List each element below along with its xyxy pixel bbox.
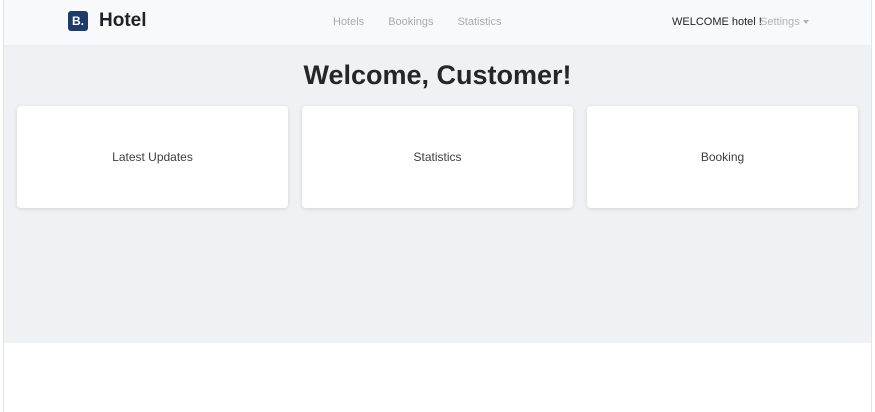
booking-logo-icon: B. <box>68 11 88 31</box>
card-label: Latest Updates <box>112 150 193 164</box>
card-booking[interactable]: Booking <box>587 106 858 208</box>
card-label: Booking <box>700 150 745 164</box>
card-statistics[interactable]: Statistics <box>302 106 573 208</box>
page-title: Welcome, Customer! <box>303 60 572 90</box>
caret-down-icon <box>802 20 809 24</box>
nav-link-statistics[interactable]: Statistics <box>457 16 501 28</box>
nav-link-bookings[interactable]: Bookings <box>388 16 433 28</box>
brand-name: Hotel <box>99 10 147 31</box>
welcome-user-text: WELCOME hotel ! <box>672 16 762 28</box>
main-content: Welcome, Customer! Latest Updates Statis… <box>4 46 871 343</box>
top-navbar: B. Hotel Hotels Bookings Statistics WELC… <box>4 0 871 46</box>
brand[interactable]: B. Hotel <box>68 10 147 32</box>
settings-dropdown[interactable]: Settings <box>760 16 809 28</box>
card-latest-updates[interactable]: Latest Updates <box>17 106 288 208</box>
card-label: Statistics <box>413 150 462 164</box>
app-frame: B. Hotel Hotels Bookings Statistics WELC… <box>3 0 872 412</box>
nav-link-hotels[interactable]: Hotels <box>333 16 364 28</box>
nav-links: Hotels Bookings Statistics <box>333 16 501 28</box>
settings-label: Settings <box>760 16 800 28</box>
